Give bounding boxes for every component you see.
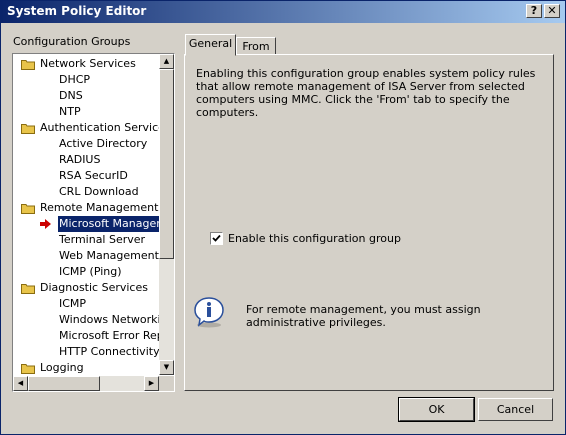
ok-button[interactable]: OK (398, 397, 475, 422)
tree-folder-item[interactable]: Network Services (13, 56, 159, 72)
selected-arrow-icon (40, 219, 51, 229)
tree-vertical-scrollbar[interactable]: ▲ ▼ (159, 54, 174, 375)
scroll-down-button[interactable]: ▼ (159, 360, 174, 375)
enable-group-label[interactable]: Enable this configuration group (228, 232, 401, 245)
checkmark-icon (212, 234, 221, 242)
configuration-groups-label: Configuration Groups (13, 35, 131, 48)
tree-item-label: DHCP (59, 73, 91, 86)
tree-leaf-item[interactable]: Web Management (13, 248, 159, 264)
tree-item-label: ICMP (59, 297, 87, 310)
tree-item-label: HTTP Connectivity ve (59, 345, 159, 358)
tree-leaf-item[interactable]: Active Directory (13, 136, 159, 152)
folder-icon (21, 204, 35, 214)
info-icon (194, 297, 224, 328)
tree-leaf-item[interactable]: DHCP (13, 72, 159, 88)
help-button[interactable]: ? (526, 4, 542, 18)
tree-item-label: DNS (59, 89, 83, 102)
tree-leaf-item[interactable]: Terminal Server (13, 232, 159, 248)
tree-items-container: Network Services DHCP DNS NTP Authentication… (13, 54, 159, 374)
tree-leaf-item[interactable]: CRL Download (13, 184, 159, 200)
tree-item-label: Microsoft Error Repo (59, 329, 159, 342)
tree-item-label: ICMP (Ping) (59, 265, 122, 278)
tree-leaf-item[interactable]: Windows Networking (13, 312, 159, 328)
tree-item-label: Diagnostic Services (40, 281, 148, 294)
tree-leaf-item[interactable]: Microsoft Error Repo (13, 328, 159, 344)
tree-item-label: RADIUS (59, 153, 101, 166)
scroll-left-button[interactable]: ◀ (13, 376, 28, 391)
tree-folder-item[interactable]: Authentication Services (13, 120, 159, 136)
tree-leaf-item[interactable]: Microsoft Manageme (13, 215, 159, 233)
tree-leaf-item[interactable]: RSA SecurID (13, 168, 159, 184)
scroll-up-button[interactable]: ▲ (159, 54, 174, 69)
tree-leaf-item[interactable]: ICMP (Ping) (13, 264, 159, 280)
close-button[interactable]: ✕ (544, 4, 560, 18)
tree-item-label: Remote Management (40, 201, 159, 214)
scrollbar-corner (159, 376, 174, 391)
cancel-button[interactable]: Cancel (478, 398, 553, 421)
tree-item-label: Web Management (59, 249, 159, 262)
vertical-scroll-thumb[interactable] (159, 69, 174, 259)
folder-icon (21, 60, 35, 70)
dialog-window: System Policy Editor ? ✕ Configuration G… (0, 0, 566, 435)
tree-item-label: Microsoft Manageme (57, 215, 159, 233)
horizontal-scroll-thumb[interactable] (28, 376, 100, 391)
tree-folder-item[interactable]: Logging (13, 360, 159, 374)
tree-item-label: NTP (59, 105, 81, 118)
tree-item-label: Authentication Services (40, 121, 159, 134)
tree-item-label: Logging (40, 361, 84, 374)
folder-icon (21, 284, 35, 294)
tree-leaf-item[interactable]: ICMP (13, 296, 159, 312)
tree-leaf-item[interactable]: HTTP Connectivity ve (13, 344, 159, 360)
remote-management-info: For remote management, you must assign a… (246, 303, 481, 329)
folder-icon (21, 364, 35, 374)
title-bar[interactable]: System Policy Editor ? ✕ (1, 1, 565, 23)
tree-item-label: Windows Networking (59, 313, 159, 326)
folder-icon (21, 124, 35, 134)
tree-item-label: Active Directory (59, 137, 148, 150)
tree-leaf-item[interactable]: NTP (13, 104, 159, 120)
tree-item-label: Network Services (40, 57, 136, 70)
tree-item-label: Terminal Server (59, 233, 146, 246)
tree-folder-item[interactable]: Remote Management (13, 200, 159, 216)
window-title: System Policy Editor (7, 4, 147, 18)
tree-leaf-item[interactable]: DNS (13, 88, 159, 104)
tree-horizontal-scrollbar[interactable]: ◀ ▶ (13, 376, 159, 391)
tree-folder-item[interactable]: Diagnostic Services (13, 280, 159, 296)
scroll-right-button[interactable]: ▶ (144, 376, 159, 391)
tree-leaf-item[interactable]: RADIUS (13, 152, 159, 168)
tab-general[interactable]: General (185, 34, 236, 56)
enable-group-checkbox[interactable] (210, 232, 223, 245)
tree-item-label: CRL Download (59, 185, 139, 198)
tree-item-label: RSA SecurID (59, 169, 128, 182)
group-description: Enabling this configuration group enable… (196, 67, 536, 119)
configuration-groups-tree[interactable]: Network Services DHCP DNS NTP Authentication… (12, 53, 175, 392)
